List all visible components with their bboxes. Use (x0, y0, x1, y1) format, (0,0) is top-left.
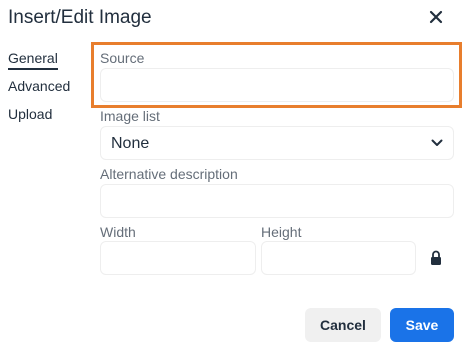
constrain-proportions-button[interactable] (428, 249, 444, 267)
width-label: Width (100, 224, 136, 240)
tab-advanced[interactable]: Advanced (8, 77, 70, 95)
height-label: Height (261, 224, 302, 240)
alt-description-label: Alternative description (100, 166, 238, 182)
save-button[interactable]: Save (390, 308, 454, 342)
source-label: Source (100, 50, 145, 66)
close-icon (423, 4, 449, 30)
source-input[interactable] (100, 68, 454, 102)
tab-general[interactable]: General (8, 49, 58, 70)
dialog-title: Insert/Edit Image (8, 7, 152, 28)
image-list-label: Image list (100, 108, 160, 124)
width-input[interactable] (100, 241, 256, 275)
image-list-selected-value: None (111, 135, 150, 152)
chevron-down-icon (431, 138, 443, 148)
height-input[interactable] (261, 241, 416, 275)
cancel-button[interactable]: Cancel (305, 308, 381, 342)
insert-edit-image-dialog: Insert/Edit Image General Advanced Uploa… (0, 0, 465, 349)
alt-description-input[interactable] (100, 184, 454, 218)
close-button[interactable] (423, 4, 449, 30)
image-list-select[interactable]: None (100, 126, 454, 160)
lock-icon (428, 249, 444, 267)
tab-upload[interactable]: Upload (8, 105, 52, 123)
